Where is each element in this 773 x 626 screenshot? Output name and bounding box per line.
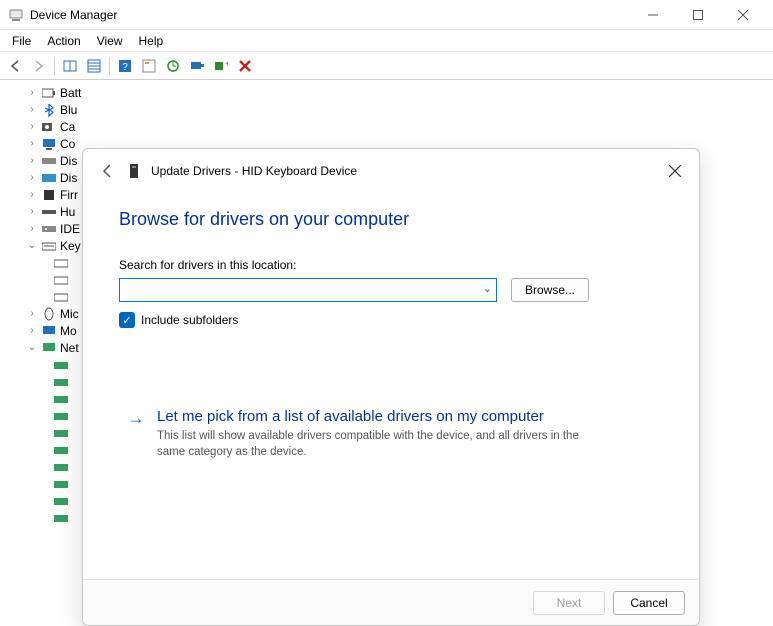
browse-button[interactable]: Browse... (511, 278, 589, 302)
dialog-header: Update Drivers - HID Keyboard Device (83, 149, 699, 193)
bluetooth-icon (41, 102, 57, 118)
network-adapter-icon (53, 374, 69, 390)
add-driver-icon[interactable]: + (210, 55, 232, 77)
keyboard-icon (53, 272, 69, 288)
network-adapter-icon (53, 442, 69, 458)
help-icon[interactable]: ? (114, 55, 136, 77)
monitor-icon (41, 323, 57, 339)
network-adapter-icon (53, 357, 69, 373)
network-adapter-icon (53, 493, 69, 509)
tree-item: ›Blu (8, 101, 773, 118)
search-location-label: Search for drivers in this location: (119, 258, 663, 272)
chevron-down-icon[interactable]: ⌄ (483, 282, 492, 295)
ide-icon (41, 221, 57, 237)
network-adapter-icon (53, 510, 69, 526)
scan-hardware-icon[interactable] (186, 55, 208, 77)
back-icon[interactable] (4, 55, 26, 77)
keyboard-icon (41, 238, 57, 254)
keyboard-icon (53, 255, 69, 271)
network-adapter-icon (53, 408, 69, 424)
forward-icon[interactable] (28, 55, 50, 77)
battery-icon (41, 85, 57, 101)
mouse-icon (41, 306, 57, 322)
close-button[interactable] (720, 0, 765, 30)
include-subfolders-label[interactable]: Include subfolders (141, 313, 238, 327)
refresh-list-icon[interactable] (83, 55, 105, 77)
network-adapter-icon (53, 459, 69, 475)
tree-item: ›Ca (8, 118, 773, 135)
svg-text:?: ? (122, 62, 128, 73)
next-button[interactable]: Next (533, 591, 605, 615)
window-title: Device Manager (30, 8, 117, 22)
display-adapter-icon (41, 170, 57, 186)
link-description: This list will show available drivers co… (157, 429, 597, 460)
menu-bar: File Action View Help (0, 30, 773, 52)
maximize-button[interactable] (675, 0, 720, 30)
update-driver-icon[interactable] (162, 55, 184, 77)
include-subfolders-checkbox[interactable]: ✓ (119, 312, 135, 328)
dialog-footer: Next Cancel (83, 579, 699, 625)
network-icon (41, 340, 57, 356)
menu-view[interactable]: View (89, 32, 131, 50)
hid-icon (41, 204, 57, 220)
minimize-button[interactable] (630, 0, 675, 30)
dialog-title: Update Drivers - HID Keyboard Device (151, 164, 357, 178)
network-adapter-icon (53, 476, 69, 492)
dialog-body: Browse for drivers on your computer Sear… (83, 193, 699, 579)
pick-from-list-link[interactable]: → Let me pick from a list of available d… (119, 408, 663, 460)
svg-text:+: + (225, 59, 228, 70)
update-drivers-dialog: Update Drivers - HID Keyboard Device Bro… (82, 148, 700, 626)
firmware-icon (41, 187, 57, 203)
show-hide-icon[interactable] (59, 55, 81, 77)
toolbar: ? + (0, 52, 773, 80)
disk-drive-icon (41, 153, 57, 169)
back-arrow-icon[interactable] (95, 159, 119, 183)
search-location-combo[interactable]: ⌄ (119, 278, 497, 302)
arrow-right-icon: → (127, 408, 145, 460)
computer-icon (41, 136, 57, 152)
device-icon (127, 163, 143, 179)
keyboard-icon (53, 289, 69, 305)
menu-help[interactable]: Help (131, 32, 172, 50)
link-title[interactable]: Let me pick from a list of available dri… (157, 408, 597, 425)
network-adapter-icon (53, 391, 69, 407)
uninstall-icon[interactable] (234, 55, 256, 77)
dialog-close-button[interactable] (663, 159, 687, 183)
camera-icon (41, 119, 57, 135)
content-area: ›Batt ›Blu ›Ca ›Co ›Dis ›Dis ›Firr ›Hu ›… (0, 80, 773, 563)
cancel-button[interactable]: Cancel (613, 591, 685, 615)
tree-item: ›Batt (8, 84, 773, 101)
properties-icon[interactable] (138, 55, 160, 77)
app-icon (8, 7, 24, 23)
menu-action[interactable]: Action (39, 32, 88, 50)
title-bar: Device Manager (0, 0, 773, 30)
network-adapter-icon (53, 425, 69, 441)
dialog-heading: Browse for drivers on your computer (119, 209, 663, 230)
menu-file[interactable]: File (4, 32, 39, 50)
